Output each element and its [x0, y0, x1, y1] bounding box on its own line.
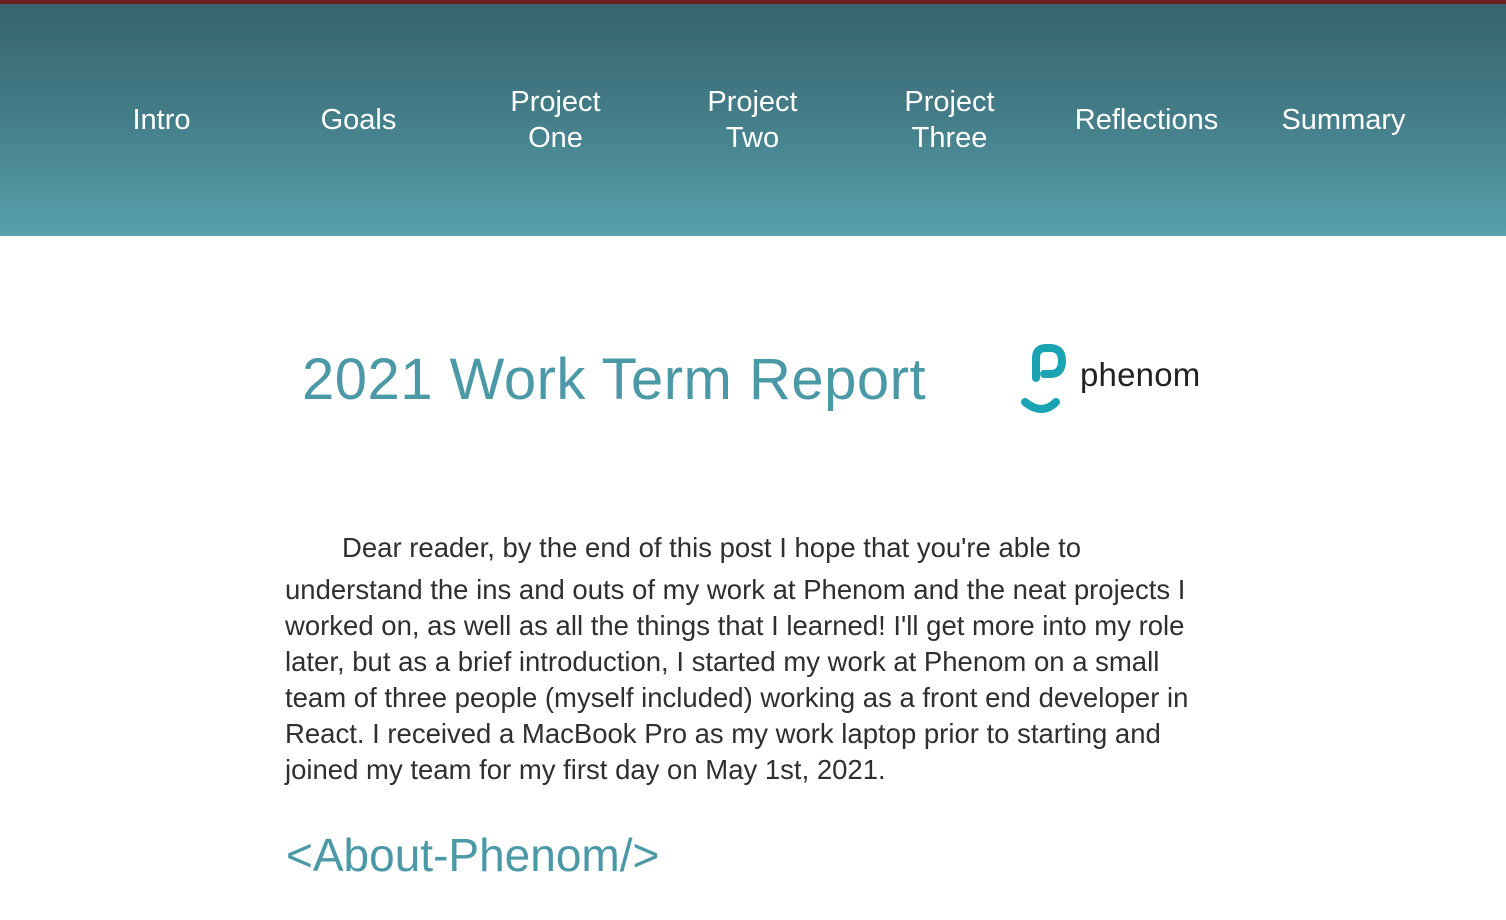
nav-item-label-line1: Project	[707, 86, 798, 118]
nav-item-goals[interactable]: Goals	[260, 4, 457, 236]
nav-item-summary[interactable]: Summary	[1245, 4, 1442, 236]
nav-item-label: Intro	[132, 104, 191, 136]
nav-item-reflections[interactable]: Reflections	[1048, 4, 1245, 236]
nav-item-label-line2: One	[528, 122, 583, 154]
nav-item-label-line2: Three	[911, 122, 988, 154]
nav-item-intro[interactable]: Intro	[63, 4, 260, 236]
nav-item-project-two[interactable]: Project Two	[654, 4, 851, 236]
nav-item-project-three[interactable]: Project Three	[851, 4, 1048, 236]
nav-item-project-one[interactable]: Project One	[457, 4, 654, 236]
phenom-logo: phenom	[1020, 342, 1220, 418]
nav-item-label: Reflections	[1074, 104, 1219, 136]
nav-item-label-line1: Project	[904, 86, 995, 118]
intro-first-line: Dear reader, by the end of this post I h…	[342, 532, 1082, 563]
top-nav: Intro Goals Project One Project Two Proj…	[0, 4, 1506, 236]
intro-paragraph: Dear reader, by the end of this post I h…	[285, 530, 1225, 788]
section-heading-about-phenom: <About-Phenom/>	[286, 829, 660, 881]
nav-item-label-line2: Two	[725, 122, 780, 154]
nav-item-label: Summary	[1281, 104, 1406, 136]
phenom-logo-icon	[1021, 344, 1067, 413]
intro-rest: understand the ins and outs of my work a…	[285, 574, 1189, 785]
phenom-logo-wordmark: phenom	[1080, 356, 1201, 393]
nav-item-label-line1: Project	[510, 86, 601, 118]
page-title: 2021 Work Term Report	[302, 347, 927, 412]
nav-item-label: Goals	[320, 104, 397, 136]
